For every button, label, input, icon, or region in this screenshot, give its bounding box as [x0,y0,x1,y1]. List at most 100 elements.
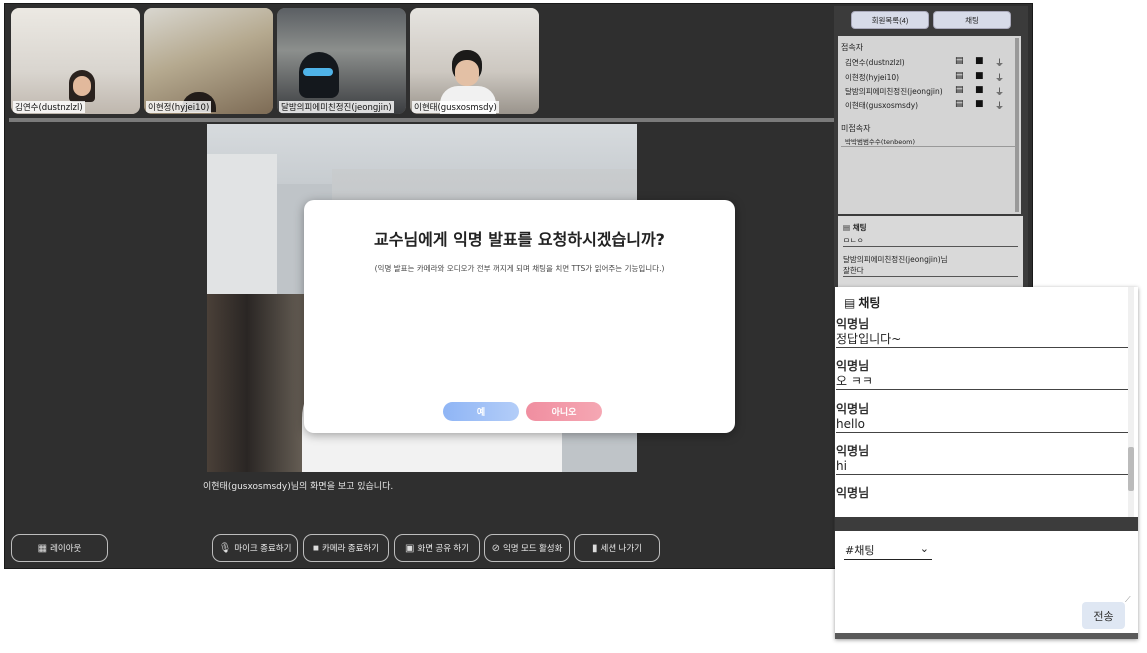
member-list: 접속자 김연수(dustnzlzl) ▤ ■ ⏚ 이현정(hyjei10) ▤ … [838,36,1021,214]
message-author: 익명님 [836,317,870,331]
chat-channel-select[interactable]: #채팅 ⌄ [844,542,932,560]
screen-share-icon: ▣ [404,542,415,554]
dialog-title: 교수님에게 익명 발표를 요청하시겠습니까? [374,230,665,249]
chat-icon[interactable]: ▤ [955,99,964,109]
chat-message-author: 달밤의피에미친정진(jeongjin)님 [843,255,948,264]
clothes-rack [207,294,307,472]
participant-name: 이현정(hyjei10) [146,101,212,113]
anonymous-request-dialog: 교수님에게 익명 발표를 요청하시겠습니까? (익명 발표는 카메라와 오디오가… [304,200,735,433]
user-name: 이현태(gusxosmsdy) [845,101,919,110]
tab-chat[interactable]: 채팅 [933,11,1011,29]
screen-share-button[interactable]: ▣ 화면 공유 하기 [394,534,480,562]
chat-panel-header: ▤ 채팅 [844,294,880,311]
message-divider [836,474,1128,475]
online-user-row[interactable]: 이현태(gusxosmsdy) ▤ ■ ⏚ [845,99,1015,112]
layout-button[interactable]: ▦ 레이아웃 [11,534,108,562]
user-name: 김연수(dustnzlzl) [845,58,905,67]
message-author: 익명님 [836,486,870,500]
user-name: 박박범범수수(tenbeom) [845,138,916,146]
message-divider [836,432,1128,433]
participant-name: 이현태(gusxosmsdy) [412,101,499,113]
channel-label: #채팅 [845,544,875,557]
chat-separator-band [835,517,1138,531]
chat-preview-header: ▤ 채팅 [843,222,867,233]
user-name: 이현정(hyjei10) [845,73,900,82]
chat-input[interactable] [840,559,1132,604]
chat-icon[interactable]: ▤ [955,71,964,81]
message-text: hi [836,459,847,473]
offline-user-row[interactable]: 박박범범수수(tenbeom) [845,135,1015,148]
camera-off-button[interactable]: ■ 카메라 종료하기 [303,534,389,562]
message-author: 익명님 [836,402,870,416]
chat-header-label: 채팅 [852,223,867,232]
participant-thumb[interactable]: 달밤의피에미친정진(jeongjin) [277,8,406,114]
chat-bottom-band [835,633,1138,639]
resize-handle-icon[interactable]: ⟋ [1125,595,1131,605]
chat-panel-title: 채팅 [858,296,881,310]
video-icon: ■ [312,542,319,554]
viewing-status: 이현태(gusxosmsdy)님의 화면을 보고 있습니다. [203,482,394,492]
chat-icon: ▤ [843,223,851,232]
anon-label: 익명 모드 활성화 [502,543,563,553]
user-name: 달밤의피에미친정진(jeongjin) [845,87,943,96]
mic-icon[interactable]: ⏚ [995,71,1004,84]
chevron-down-icon: ⌄ [919,542,929,555]
offline-header: 미접속자 [841,124,871,133]
message-text: hello [836,417,865,431]
online-header: 접속자 [841,43,864,52]
layout-label: 레이아웃 [50,543,82,553]
leave-session-button[interactable]: ▮ 세션 나가기 [574,534,660,562]
participant-name: 김연수(dustnzlzl) [13,101,85,113]
chat-icon[interactable]: ▤ [955,56,964,66]
video-icon[interactable]: ■ [975,56,984,66]
participant-thumb[interactable]: 김연수(dustnzlzl) [11,8,140,114]
online-user-row[interactable]: 이현정(hyjei10) ▤ ■ ⏚ [845,71,1015,84]
chat-message-text: ㅁㄴㅇ [843,236,864,245]
chat-divider [843,276,1018,277]
mic-icon[interactable]: ⏚ [995,99,1004,112]
door-icon: ▮ [592,542,598,554]
chat-message: 익명님 정답입니다~ [836,317,1128,348]
glasses [303,68,333,76]
participant-thumb[interactable]: 이현정(hyjei10) [144,8,273,114]
mic-off-button[interactable]: 🎙 마이크 종료하기 [212,534,298,562]
chat-message: 익명님 오 ㅋㅋ [836,359,1128,390]
share-label: 화면 공유 하기 [417,543,470,553]
scrollbar-thumb[interactable] [1128,447,1134,491]
video-icon[interactable]: ■ [975,71,984,81]
camera-label: 카메라 종료하기 [321,543,380,553]
chat-panel-zoom: ▤ 채팅 익명님 정답입니다~ 익명님 오 ㅋㅋ 익명님 hello 익명님 h… [835,287,1138,639]
message-author: 익명님 [836,359,870,373]
chat-message: 익명님 hi [836,444,1128,475]
chat-icon: ▤ [844,295,856,310]
person-face [455,60,479,86]
tab-members[interactable]: 회원목록(4) [851,11,929,29]
chat-message-text: 잘한다 [843,266,864,275]
participant-name: 달밤의피에미친정진(jeongjin) [279,101,394,113]
mic-icon[interactable]: ⏚ [995,56,1004,69]
chat-icon[interactable]: ▤ [955,85,964,95]
person-face [73,76,91,96]
video-icon[interactable]: ■ [975,99,984,109]
send-button[interactable]: 전송 [1082,602,1125,629]
mic-icon[interactable]: ⏚ [995,85,1004,98]
online-user-row[interactable]: 김연수(dustnzlzl) ▤ ■ ⏚ [845,56,1015,69]
leave-label: 세션 나가기 [600,543,642,553]
video-icon[interactable]: ■ [975,85,984,95]
strip-divider[interactable] [9,118,835,122]
dialog-description: (익명 발표는 카메라와 오디오가 전부 꺼지게 되며 채팅을 치면 TTS가 … [374,264,665,273]
yes-button[interactable]: 예 [443,402,519,421]
participant-video [277,8,406,114]
chat-scrollbar[interactable] [1128,287,1134,517]
no-button[interactable]: 아니오 [526,402,602,421]
layout-icon: ▦ [37,542,48,554]
online-user-row[interactable]: 달밤의피에미친정진(jeongjin) ▤ ■ ⏚ [845,85,1015,98]
message-divider [836,389,1128,390]
mic-icon: 🎙 [218,542,232,554]
list-scrollbar[interactable] [1015,38,1019,212]
message-text: 정답입니다~ [836,332,902,346]
participant-thumb[interactable]: 이현태(gusxosmsdy) [410,8,539,114]
anonymous-mode-button[interactable]: ⊘ 익명 모드 활성화 [484,534,570,562]
message-text: 오 ㅋㅋ [836,374,873,388]
message-divider [836,347,1128,348]
